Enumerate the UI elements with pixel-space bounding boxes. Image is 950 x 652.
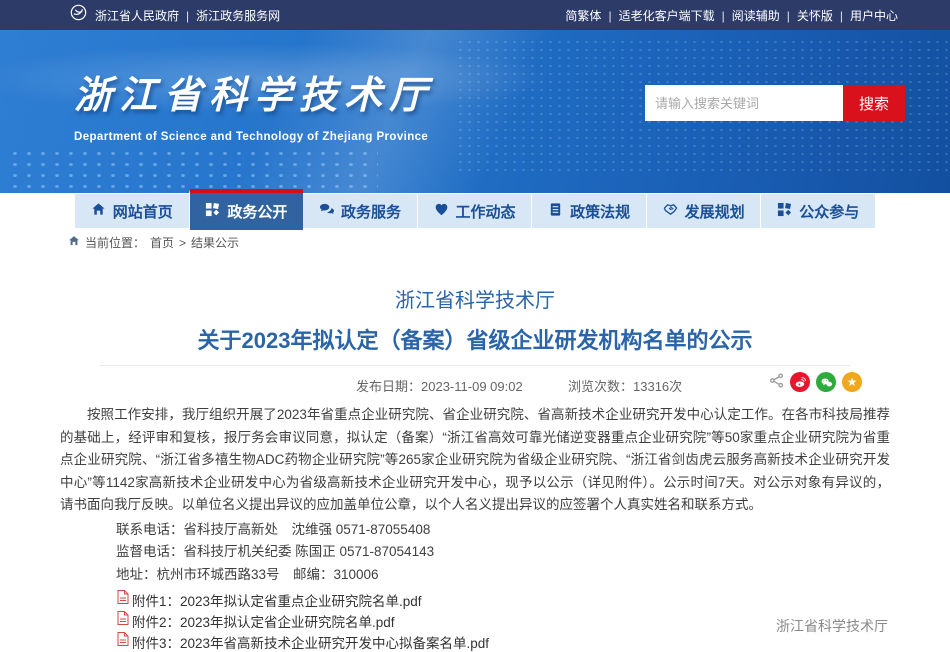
topbar-link[interactable]: 简繁体 — [565, 7, 601, 24]
publish-date-value: 2023-11-09 09:02 — [421, 379, 523, 394]
wechat-icon[interactable] — [816, 372, 836, 392]
view-count: 浏览次数：13316次 — [568, 376, 682, 395]
attachment-item: 附件3：2023年省高新技术企业研究开发中心拟备案名单.pdf — [117, 631, 890, 652]
view-count-label: 浏览次数： — [568, 379, 633, 394]
chat-bubbles-icon — [319, 202, 334, 221]
nav-label: 政策法规 — [570, 201, 630, 222]
nav-item-policies[interactable]: 政策法规 — [531, 194, 646, 228]
nav-item-work-news[interactable]: 工作动态 — [417, 194, 532, 228]
topbar-right-links: 简繁体适老化客户端下载阅读辅助关怀版用户中心 — [565, 7, 898, 24]
topbar-link[interactable]: 浙江政务服务网 — [179, 7, 280, 24]
breadcrumb-home-icon — [68, 235, 80, 250]
pdf-icon — [117, 590, 129, 609]
attachment-link[interactable]: 附件1：2023年拟认定省重点企业研究院名单.pdf — [132, 590, 422, 610]
nav-item-development-plans[interactable]: 发展规划 — [646, 194, 761, 228]
nav-label: 政务服务 — [341, 201, 401, 222]
publish-date-label: 发布日期： — [356, 379, 421, 394]
site-banner: 浙江省科学技术厅 Department of Science and Techn… — [0, 30, 950, 193]
site-search: 搜索 — [645, 85, 905, 121]
breadcrumb: 当前位置： 首页 > 结果公示 — [68, 234, 239, 251]
topbar-link[interactable]: 用户中心 — [833, 7, 898, 24]
article-content: 浙江省科学技术厅 关于2023年拟认定（备案）省级企业研发机构名单的公示 发布日… — [60, 270, 890, 652]
topbar-left-links: 浙江省人民政府浙江政务服务网 — [95, 7, 280, 24]
home-icon — [91, 202, 106, 221]
article-meta-row: 发布日期：2023-11-09 09:02 浏览次数：13316次 — [60, 366, 890, 398]
participation-icon — [777, 202, 792, 221]
topbar-left-group: 浙江省人民政府浙江政务服务网 — [70, 4, 280, 26]
nav-item-public-participation[interactable]: 公众参与 — [760, 194, 875, 228]
attachment-link[interactable]: 附件3：2023年省高新技术企业研究开发中心拟备案名单.pdf — [132, 632, 489, 652]
breadcrumb-current[interactable]: 结果公示 — [191, 234, 239, 251]
publish-date: 发布日期：2023-11-09 09:02 — [356, 376, 523, 395]
banner-dots-decoration — [8, 148, 378, 190]
topbar-link[interactable]: 适老化客户端下载 — [601, 7, 714, 24]
qzone-icon[interactable]: ★ — [842, 372, 862, 392]
weibo-icon[interactable] — [790, 372, 810, 392]
top-utility-bar: 浙江省人民政府浙江政务服务网 简繁体适老化客户端下载阅读辅助关怀版用户中心 — [0, 0, 950, 30]
main-navigation: 网站首页 政务公开 政务服务 工作动态 — [75, 194, 875, 228]
article-title-agency: 浙江省科学技术厅 — [60, 284, 890, 313]
contact-line: 联系电话：省科技厅高新处 沈维强 0571-87055408 — [116, 519, 890, 542]
heart-icon — [434, 202, 449, 221]
breadcrumb-link-home[interactable]: 首页 — [150, 234, 174, 251]
attachment-list: 附件1：2023年拟认定省重点企业研究院名单.pdf 附件2：2023年拟认定省… — [60, 589, 890, 652]
view-count-value: 13316次 — [633, 379, 682, 394]
nav-item-gov-open[interactable]: 政务公开 — [189, 189, 304, 230]
article-title-main: 关于2023年拟认定（备案）省级企业研发机构名单的公示 — [60, 323, 890, 355]
nav-item-home[interactable]: 网站首页 — [75, 194, 189, 228]
qzone-star-glyph: ★ — [847, 376, 858, 388]
handshake-icon — [663, 202, 678, 221]
attachment-item: 附件1：2023年拟认定省重点企业研究院名单.pdf — [117, 589, 890, 610]
topbar-link[interactable]: 阅读辅助 — [715, 7, 780, 24]
attachment-item: 附件2：2023年拟认定省企业研究院名单.pdf — [117, 610, 890, 631]
contact-line: 地址：杭州市环城西路33号 邮编：310006 — [116, 564, 890, 587]
attachment-link[interactable]: 附件2：2023年拟认定省企业研究院名单.pdf — [132, 611, 395, 631]
pdf-icon — [117, 632, 129, 651]
share-buttons: ★ — [769, 372, 862, 392]
breadcrumb-prefix: 当前位置： — [85, 234, 145, 251]
document-icon — [548, 202, 563, 221]
topbar-link[interactable]: 浙江省人民政府 — [95, 7, 179, 24]
topbar-link[interactable]: 关怀版 — [780, 7, 833, 24]
gov-open-icon — [205, 202, 220, 221]
contact-line: 监督电话：省科技厅机关纪委 陈国正 0571-87054143 — [116, 541, 890, 564]
nav-label: 公众参与 — [799, 201, 859, 222]
nav-label: 工作动态 — [456, 201, 516, 222]
site-subtitle-english: Department of Science and Technology of … — [74, 131, 434, 143]
article-paragraph: 按照工作安排，我厅组织开展了2023年省重点企业研究院、省企业研究院、省高新技术… — [60, 404, 890, 517]
nav-label: 发展规划 — [685, 201, 745, 222]
contact-info: 联系电话：省科技厅高新处 沈维强 0571-87055408监督电话：省科技厅机… — [60, 519, 890, 587]
article-signature: 浙江省科学技术厅 — [776, 616, 888, 636]
gov-portal-icon — [70, 4, 87, 26]
share-icon[interactable] — [769, 373, 784, 391]
breadcrumb-separator: > — [179, 236, 186, 250]
nav-item-gov-services[interactable]: 政务服务 — [303, 194, 417, 228]
site-title-calligraphy: 浙江省科学技术厅 — [74, 64, 434, 119]
site-brand: 浙江省科学技术厅 Department of Science and Techn… — [74, 64, 434, 143]
search-input[interactable] — [645, 85, 843, 121]
pdf-icon — [117, 611, 129, 630]
nav-label: 政务公开 — [227, 201, 287, 222]
search-button[interactable]: 搜索 — [843, 85, 905, 121]
nav-label: 网站首页 — [113, 201, 173, 222]
